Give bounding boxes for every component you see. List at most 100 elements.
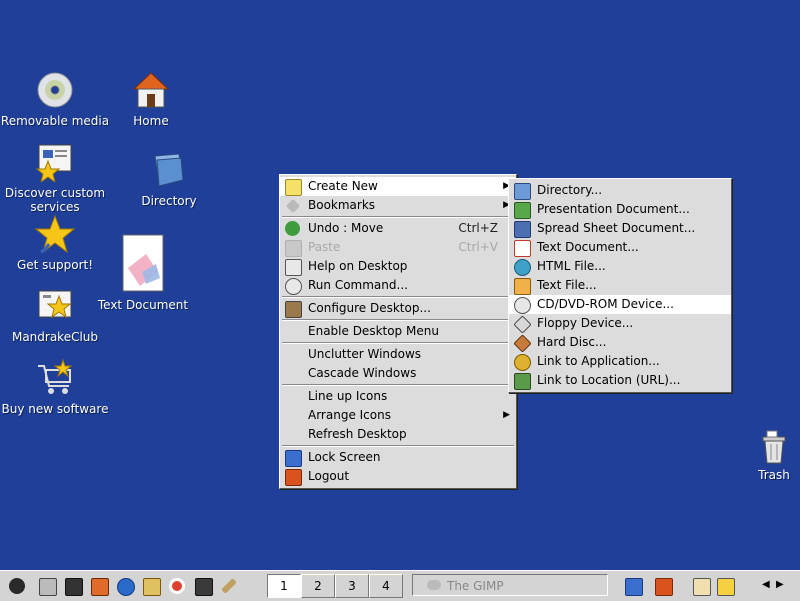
submenu-item-presentation[interactable]: Presentation Document... bbox=[509, 200, 731, 219]
menu-item-arrange-icons[interactable]: Arrange Icons ▶ bbox=[280, 406, 516, 425]
help-book-icon bbox=[285, 259, 302, 276]
submenu-item-cd-dvd-rom[interactable]: CD/DVD-ROM Device... bbox=[509, 295, 731, 314]
home-button[interactable] bbox=[88, 575, 110, 597]
menu-item-refresh-desktop[interactable]: Refresh Desktop bbox=[280, 425, 516, 444]
folder-icon bbox=[514, 183, 531, 200]
star-menu-icon bbox=[9, 578, 25, 594]
undo-icon bbox=[285, 221, 300, 236]
menu-separator bbox=[282, 216, 514, 218]
desktop-icon-directory[interactable]: Directory bbox=[114, 150, 224, 208]
submenu-item-hard-disc[interactable]: Hard Disc... bbox=[509, 333, 731, 353]
new-icon bbox=[285, 179, 302, 196]
window-list-icon bbox=[39, 578, 57, 596]
desktop-context-menu: Create New ▶ Bookmarks ▶ Undo : Move Ctr… bbox=[279, 174, 517, 489]
globe-icon bbox=[117, 578, 135, 596]
help-button[interactable] bbox=[166, 575, 188, 597]
menu-item-logout[interactable]: Logout bbox=[280, 467, 516, 486]
text-document-icon bbox=[514, 240, 531, 257]
menu-item-undo[interactable]: Undo : Move Ctrl+Z bbox=[280, 219, 516, 238]
menu-item-label: Run Command... bbox=[308, 278, 408, 292]
menu-item-label: Bookmarks bbox=[308, 198, 376, 212]
editor-button[interactable] bbox=[218, 575, 240, 597]
menu-item-shortcut: Ctrl+V bbox=[458, 240, 498, 254]
menu-item-paste[interactable]: Paste Ctrl+V bbox=[280, 238, 516, 257]
desktop-icon-trash[interactable]: Trash bbox=[744, 430, 800, 482]
submenu-item-text-document[interactable]: Text Document... bbox=[509, 238, 731, 257]
lock-screen-button[interactable] bbox=[622, 575, 644, 597]
menu-separator bbox=[282, 384, 514, 386]
control-center-button[interactable] bbox=[192, 575, 214, 597]
trash-icon bbox=[759, 430, 789, 464]
menu-item-label: Spread Sheet Document... bbox=[537, 221, 696, 235]
mail-icon bbox=[143, 578, 161, 596]
cd-icon bbox=[35, 70, 75, 110]
paste-icon bbox=[285, 240, 302, 257]
scroll-left-button[interactable]: ◀ bbox=[760, 575, 772, 597]
menu-item-label: Configure Desktop... bbox=[308, 301, 431, 315]
menu-item-label: Link to Application... bbox=[537, 354, 660, 368]
menu-item-line-up-icons[interactable]: Line up Icons bbox=[280, 387, 516, 406]
text-document-icon bbox=[122, 234, 164, 294]
desktop-icon-discover-services[interactable]: Discover custom services bbox=[0, 142, 110, 214]
pencil-icon bbox=[221, 578, 237, 594]
task-button-gimp[interactable]: The GIMP bbox=[412, 574, 608, 596]
menu-separator bbox=[282, 445, 514, 447]
menu-item-label: HTML File... bbox=[537, 259, 606, 273]
virtual-desktop-3[interactable]: 3 bbox=[335, 574, 369, 598]
desktop-icon-label: Home bbox=[133, 114, 169, 128]
kmenu-button[interactable] bbox=[6, 575, 28, 597]
virtual-desktop-2[interactable]: 2 bbox=[301, 574, 335, 598]
menu-item-unclutter-windows[interactable]: Unclutter Windows bbox=[280, 345, 516, 364]
window-list-button[interactable] bbox=[36, 575, 58, 597]
menu-item-bookmarks[interactable]: Bookmarks ▶ bbox=[280, 196, 516, 215]
menu-item-cascade-windows[interactable]: Cascade Windows bbox=[280, 364, 516, 383]
menu-separator bbox=[282, 319, 514, 321]
calendar-button[interactable] bbox=[714, 575, 736, 597]
desktop-icon-label: Discover custom services bbox=[4, 186, 106, 214]
desktop-icon bbox=[65, 578, 83, 596]
menu-item-lock-screen[interactable]: Lock Screen bbox=[280, 448, 516, 467]
clipboard-button[interactable] bbox=[690, 575, 712, 597]
submenu-item-html-file[interactable]: HTML File... bbox=[509, 257, 731, 276]
desktop-icon-buy-software[interactable]: Buy new software bbox=[0, 358, 110, 416]
desktop-icon-home[interactable]: Home bbox=[96, 70, 206, 128]
menu-item-help-on-desktop[interactable]: Help on Desktop bbox=[280, 257, 516, 276]
menu-item-label: CD/DVD-ROM Device... bbox=[537, 297, 674, 311]
menu-item-configure-desktop[interactable]: Configure Desktop... bbox=[280, 299, 516, 318]
calendar-icon bbox=[717, 578, 735, 596]
menu-item-enable-desktop-menu[interactable]: Enable Desktop Menu bbox=[280, 322, 516, 341]
browser-button[interactable] bbox=[114, 575, 136, 597]
floppy-icon bbox=[513, 315, 532, 334]
menu-item-label: Unclutter Windows bbox=[308, 347, 422, 361]
show-desktop-button[interactable] bbox=[62, 575, 84, 597]
lock-icon bbox=[285, 450, 302, 467]
menu-item-label: Cascade Windows bbox=[308, 366, 417, 380]
scroll-right-button[interactable]: ▶ bbox=[774, 575, 786, 597]
submenu-item-link-to-location[interactable]: Link to Location (URL)... bbox=[509, 371, 731, 390]
virtual-desktop-4[interactable]: 4 bbox=[369, 574, 403, 598]
desktop-icon-mandrakeclub[interactable]: MandrakeClub bbox=[0, 286, 110, 344]
submenu-item-spreadsheet[interactable]: Spread Sheet Document... bbox=[509, 219, 731, 238]
presentation-icon bbox=[514, 202, 531, 219]
chevron-right-icon: ▶ bbox=[776, 579, 784, 590]
chevron-right-icon: ▶ bbox=[503, 410, 510, 420]
mail-button[interactable] bbox=[140, 575, 162, 597]
clipboard-icon bbox=[693, 578, 711, 596]
menu-item-label: Create New bbox=[308, 179, 378, 193]
menu-item-label: Undo : Move bbox=[308, 221, 384, 235]
desktop-icon-label: Directory bbox=[141, 194, 197, 208]
tools-icon bbox=[285, 301, 302, 318]
task-label: The GIMP bbox=[447, 579, 504, 593]
submenu-item-floppy[interactable]: Floppy Device... bbox=[509, 314, 731, 334]
menu-separator bbox=[282, 296, 514, 298]
desktop-icon-removable-media[interactable]: Removable media bbox=[0, 70, 110, 128]
submenu-item-directory[interactable]: Directory... bbox=[509, 181, 731, 200]
submenu-item-text-file[interactable]: Text File... bbox=[509, 276, 731, 295]
logout-button[interactable] bbox=[652, 575, 674, 597]
folder-icon bbox=[149, 150, 189, 190]
menu-item-create-new[interactable]: Create New ▶ bbox=[280, 177, 516, 196]
menu-item-run-command[interactable]: Run Command... bbox=[280, 276, 516, 295]
club-icon bbox=[35, 286, 75, 326]
virtual-desktop-1[interactable]: 1 bbox=[267, 574, 301, 598]
submenu-item-link-to-application[interactable]: Link to Application... bbox=[509, 352, 731, 371]
